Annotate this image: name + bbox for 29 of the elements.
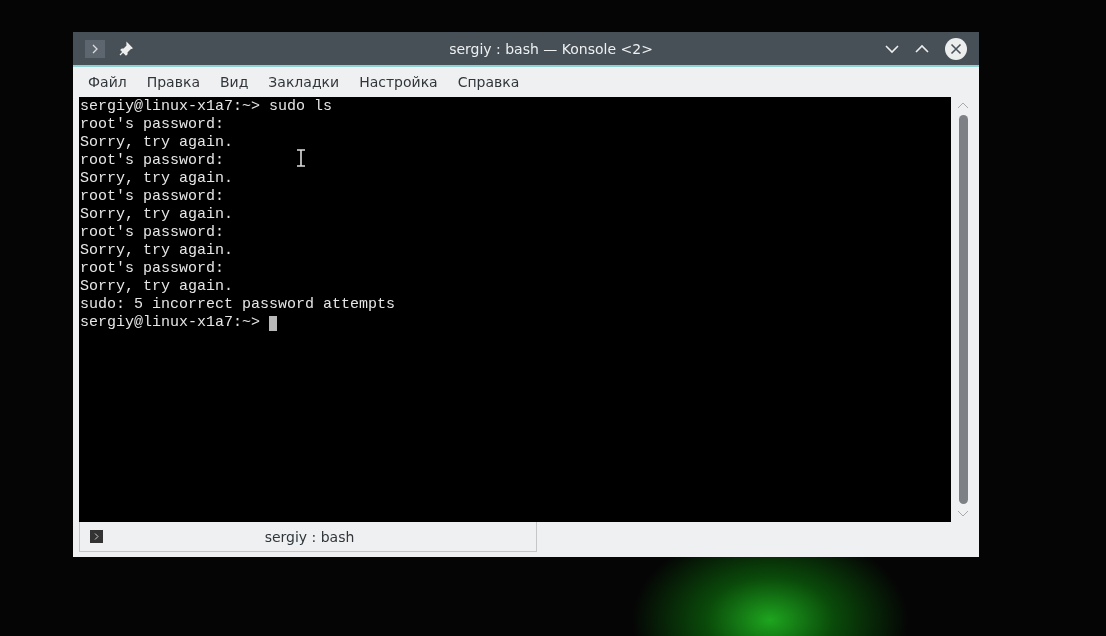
terminal-line: root's password:: [80, 260, 225, 278]
scrollbar-thumb[interactable]: [958, 115, 968, 504]
terminal-line: Sorry, try again.: [80, 206, 234, 224]
tab[interactable]: sergiy : bash: [79, 522, 537, 552]
terminal-icon: [90, 530, 103, 543]
terminal-line: root's password:: [80, 116, 225, 134]
minimize-icon[interactable]: [885, 43, 899, 54]
menu-item[interactable]: Правка: [146, 74, 200, 90]
terminal-line: sergiy@linux-x1a7:~> sudo ls: [80, 98, 333, 116]
window-menu-icon[interactable]: [85, 39, 105, 58]
terminal-line: Sorry, try again.: [80, 278, 234, 296]
menu-item[interactable]: Настройка: [359, 74, 438, 90]
close-icon[interactable]: [945, 37, 967, 60]
i-beam-cursor-icon: [297, 149, 305, 167]
terminal-line: sudo: 5 incorrect password attempts: [80, 296, 396, 314]
maximize-icon[interactable]: [915, 43, 929, 54]
terminal-line: root's password:: [80, 224, 225, 242]
pin-icon[interactable]: [118, 40, 134, 57]
terminal-line: Sorry, try again.: [80, 134, 234, 152]
terminal-line: root's password:: [80, 152, 225, 170]
window-title: sergiy : bash — Konsole <2>: [448, 40, 654, 57]
terminal-line: Sorry, try again.: [80, 170, 234, 188]
terminal-line: sergiy@linux-x1a7:~>: [80, 314, 262, 332]
menu-item[interactable]: Закладки: [268, 74, 340, 90]
menu-item[interactable]: Файл: [88, 74, 127, 90]
menu-item[interactable]: Вид: [219, 74, 249, 90]
menu-item[interactable]: Справка: [457, 74, 520, 90]
terminal-line: Sorry, try again.: [80, 242, 234, 260]
terminal-line: root's password:: [80, 188, 225, 206]
